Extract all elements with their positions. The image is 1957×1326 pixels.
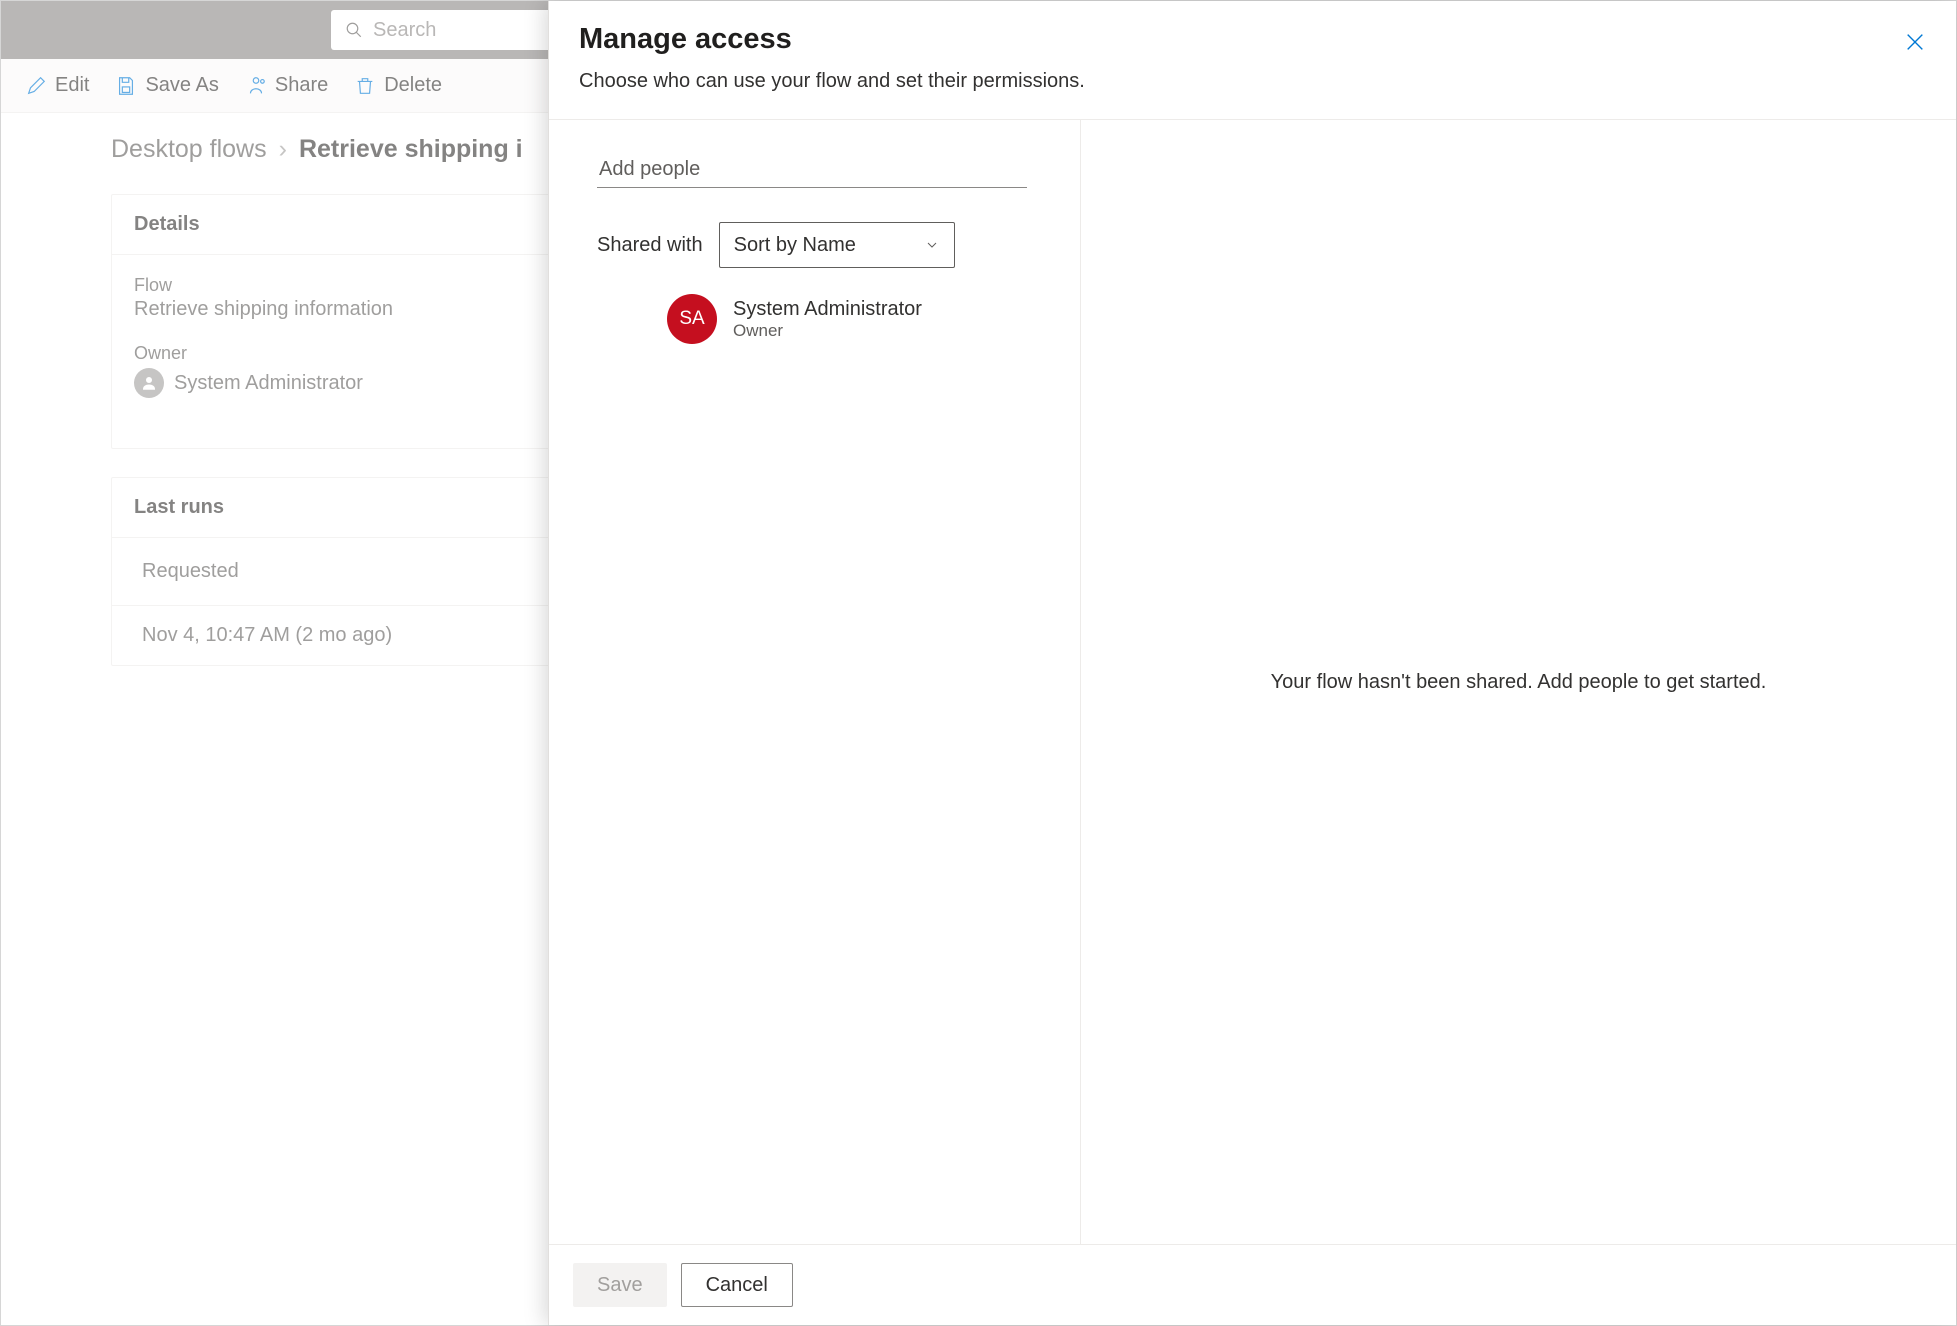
panel-subtitle: Choose who can use your flow and set the…	[579, 70, 1926, 93]
close-icon	[1904, 31, 1926, 53]
person-role: Owner	[733, 321, 922, 341]
empty-state-message: Your flow hasn't been shared. Add people…	[1271, 671, 1767, 694]
panel-footer: Save Cancel	[549, 1244, 1956, 1325]
sort-value: Sort by Name	[734, 234, 856, 257]
sort-dropdown[interactable]: Sort by Name	[719, 222, 955, 268]
app-root: Edit Save As Share Delete Desktop flows …	[0, 0, 1957, 1326]
panel-body: Shared with Sort by Name SA System Admin…	[549, 119, 1956, 1244]
shared-with-row: Shared with Sort by Name	[597, 222, 1050, 268]
shared-with-label: Shared with	[597, 234, 703, 257]
person-name: System Administrator	[733, 298, 922, 321]
avatar: SA	[667, 294, 717, 344]
cancel-button[interactable]: Cancel	[681, 1263, 793, 1307]
save-button[interactable]: Save	[573, 1263, 667, 1307]
close-button[interactable]	[1904, 31, 1926, 56]
chevron-down-icon	[924, 237, 940, 253]
person-info: System Administrator Owner	[733, 298, 922, 341]
add-people-input[interactable]	[597, 152, 1027, 188]
manage-access-panel: Manage access Choose who can use your fl…	[548, 1, 1956, 1325]
panel-title: Manage access	[579, 23, 1926, 56]
panel-left: Shared with Sort by Name SA System Admin…	[549, 120, 1081, 1244]
panel-right: Your flow hasn't been shared. Add people…	[1081, 120, 1956, 1244]
shared-person-item[interactable]: SA System Administrator Owner	[667, 294, 1050, 344]
panel-header: Manage access Choose who can use your fl…	[549, 1, 1956, 119]
